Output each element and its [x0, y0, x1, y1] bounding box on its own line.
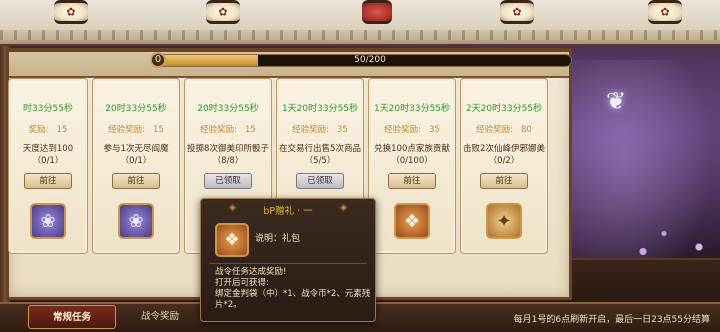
- task-card: 20时33分55秒 经验奖励: 15 参与1次无尽阎魔 （0/1） 前往 ❀: [92, 78, 180, 254]
- card-progress-count: （8/8）: [212, 156, 244, 166]
- tooltip-body: 战令任务达成奖励! 打开后可获得: 绑定金判袋（中）*1、战令币*2、元素残片*…: [215, 267, 371, 311]
- gift-box-icon: ❖: [215, 223, 249, 257]
- tab-regular-tasks[interactable]: 常规任务: [28, 305, 116, 329]
- butterfly-icon: ❦: [605, 87, 627, 115]
- card-reward: 经验奖励: 15: [185, 123, 271, 135]
- reward-value: 80: [521, 125, 532, 135]
- task-card: 时33分55秒 奖励: 15 天度达到100 （0/1） 前往 ❀: [8, 78, 88, 254]
- card-reward: 经验奖励: 35: [369, 123, 455, 135]
- go-button[interactable]: 前往: [388, 173, 436, 189]
- lantern-icon: ✿: [54, 0, 88, 24]
- reward-label: 经验奖励:: [292, 125, 330, 135]
- go-button[interactable]: 前往: [24, 173, 72, 189]
- refresh-note: 每月1号的6点刷新开启，最后一日23点55分结算: [513, 315, 710, 325]
- card-countdown: 20时33分55秒: [197, 104, 259, 114]
- gift-box-icon[interactable]: ❖: [394, 203, 430, 239]
- reward-label: 经验奖励:: [476, 125, 514, 135]
- card-reward: 经验奖励: 35: [277, 123, 363, 135]
- card-reward: 经验奖励: 80: [461, 123, 547, 135]
- card-description: 兑换100点家族贡献: [374, 144, 450, 154]
- reward-label: 经验奖励:: [384, 125, 422, 135]
- card-progress-count: （0/1）: [32, 156, 64, 166]
- tooltip-line: 战令任务达成奖励!: [215, 267, 287, 277]
- roof-eave: [0, 0, 720, 46]
- reward-value: 35: [337, 125, 348, 135]
- card-progress-count: （0/1）: [120, 156, 152, 166]
- progress-level-knob: 0: [150, 52, 166, 68]
- reward-label: 经验奖励:: [108, 125, 146, 135]
- claimed-button[interactable]: 已领取: [296, 173, 344, 189]
- card-progress-count: （5/5）: [304, 156, 336, 166]
- go-button[interactable]: 前往: [480, 173, 528, 189]
- bag-icon[interactable]: ❀: [30, 203, 66, 239]
- tab-battle-pass-rewards[interactable]: 战令奖励: [116, 305, 204, 329]
- card-description: 天度达到100: [22, 144, 74, 154]
- task-card: 2天20时33分55秒 经验奖励: 80 击败2次仙峰伊邪娜美 （0/2） 前往 …: [460, 78, 548, 254]
- card-description: 在交易行出售5次商品: [279, 144, 361, 154]
- lantern-icon: ✿: [648, 0, 682, 24]
- reward-label: 奖励:: [28, 125, 49, 135]
- treasure-pot-icon[interactable]: ✦: [486, 203, 522, 239]
- tooltip-line: 打开后可获得:: [215, 278, 269, 288]
- progress-text: 50/200: [354, 55, 386, 65]
- reward-label: 经验奖励:: [200, 125, 238, 135]
- card-countdown: 20时33分55秒: [105, 104, 167, 114]
- right-ornament-icon: ◈: [340, 203, 347, 213]
- card-description: 参与1次无尽阎魔: [103, 144, 169, 154]
- tooltip-title: bP赠礼 · 一: [263, 206, 313, 217]
- card-reward: 奖励: 15: [9, 123, 87, 135]
- card-progress-count: （0/2）: [488, 156, 520, 166]
- reward-value: 35: [429, 125, 440, 135]
- bag-icon[interactable]: ❀: [118, 203, 154, 239]
- tooltip-divider: [209, 263, 367, 264]
- lantern-icon: ✿: [500, 0, 534, 24]
- reward-value: 15: [56, 125, 68, 135]
- card-countdown: 时33分55秒: [23, 104, 73, 114]
- go-button[interactable]: 前往: [112, 173, 160, 189]
- card-description: 投掷8次御美印所骰子: [187, 144, 269, 154]
- item-tooltip: ◈ bP赠礼 · 一 ◈ ❖ 说明：礼包 战令任务达成奖励! 打开后可获得: 绑…: [200, 198, 376, 322]
- card-countdown: 2天20时33分55秒: [465, 104, 543, 114]
- tooltip-description: 说明：礼包: [255, 234, 301, 244]
- card-countdown: 1天20时33分55秒: [281, 104, 359, 114]
- claimed-button[interactable]: 已领取: [204, 173, 252, 189]
- progress-fill: [153, 55, 258, 66]
- eave-stripe: [0, 30, 720, 40]
- card-reward: 经验奖励: 15: [93, 123, 179, 135]
- card-countdown: 1天20时33分55秒: [373, 104, 451, 114]
- reward-value: 15: [153, 125, 164, 135]
- task-card: 1天20时33分55秒 经验奖励: 35 兑换100点家族贡献 （0/100） 前…: [368, 78, 456, 254]
- card-progress-count: （0/100）: [391, 156, 433, 166]
- tooltip-line: 绑定金判袋（中）*1、战令币*2、元素残片*2。: [215, 289, 371, 310]
- lantern-icon: [362, 0, 392, 24]
- reward-value: 15: [245, 125, 256, 135]
- lantern-icon: ✿: [206, 0, 240, 24]
- card-description: 击败2次仙峰伊邪娜美: [463, 144, 545, 154]
